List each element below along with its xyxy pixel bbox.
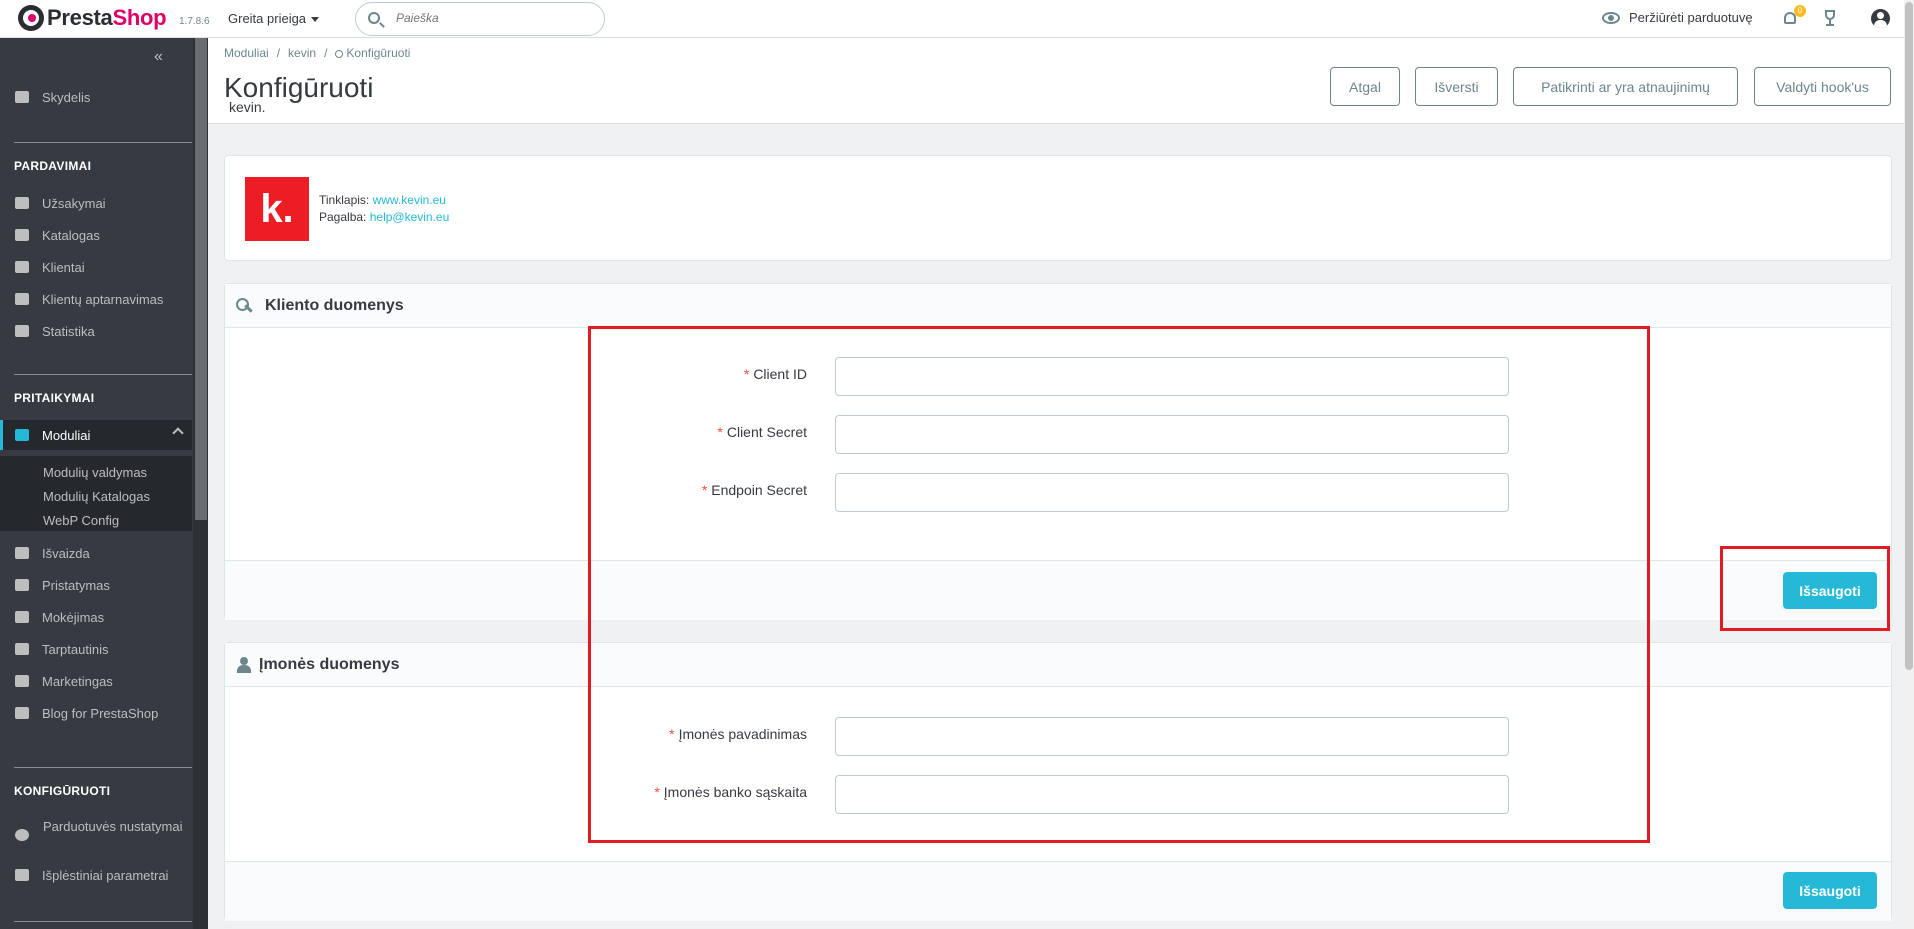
panel-footer: Išsaugoti: [225, 861, 1891, 921]
chevron-up-icon: [172, 427, 184, 439]
website-link[interactable]: www.kevin.eu: [373, 193, 446, 207]
highlight-box-form-fields: [588, 326, 1650, 843]
eye-icon: [1602, 11, 1620, 24]
wrench-icon: [335, 50, 344, 58]
section-header-improve: PRITAIKYMAI: [14, 391, 95, 405]
sidebar-item-orders[interactable]: Užsakymai: [0, 188, 192, 218]
bar-chart-icon: [14, 324, 30, 338]
sidebar-item-advanced-parameters[interactable]: Išplėstiniai parametrai: [0, 860, 192, 890]
sidebar-item-dashboard[interactable]: Skydelis: [0, 82, 192, 112]
sidebar-item-shipping[interactable]: Pristatymas: [0, 570, 192, 600]
divider: [14, 142, 192, 143]
sidebar-item-international[interactable]: Tarptautinis: [0, 634, 192, 664]
top-bar: PrestaShop 1.7.8.6 Greita prieiga Peržiū…: [0, 0, 1904, 38]
breadcrumb: Moduliai / kevin / Konfigūruoti: [224, 46, 411, 60]
support-line: Pagalba: help@kevin.eu: [319, 210, 450, 224]
logo-text-presta: Presta: [47, 5, 113, 30]
prestashop-logo[interactable]: PrestaShop: [18, 5, 167, 31]
sidebar-item-customer-service[interactable]: Klientų aptarnavimas: [0, 284, 192, 314]
page-header: Moduliai / kevin / Konfigūruoti Konfigūruoti…: [208, 38, 1904, 124]
sidebar-item-blog[interactable]: Blog for PrestaShop: [0, 698, 192, 728]
section-header-sales: PARDAVIMAI: [14, 159, 92, 173]
notification-badge: 0: [1794, 5, 1806, 17]
highlight-box-save-button: [1720, 546, 1890, 631]
version-label: 1.7.8.6: [179, 16, 210, 27]
globe-icon: [14, 642, 30, 656]
collapse-sidebar-icon[interactable]: «: [154, 48, 163, 66]
search-input[interactable]: [396, 11, 586, 25]
check-update-button[interactable]: Patikrinti ar yra atnaujinimų: [1513, 67, 1738, 106]
translate-button[interactable]: Išversti: [1415, 67, 1498, 106]
prestashop-logo-icon: [18, 5, 44, 31]
sidebar-scrollbar-thumb[interactable]: [195, 38, 207, 520]
trophy-icon: [1825, 10, 1835, 20]
credit-card-icon: [14, 610, 30, 624]
section-header-configure: KONFIGŪRUOTI: [14, 784, 111, 798]
basket-icon: [14, 196, 30, 210]
sidebar: « Skydelis PARDAVIMAI Užsakymai Kataloga…: [0, 38, 208, 929]
puzzle-icon: [14, 428, 30, 442]
submenu-item-module-catalog[interactable]: Modulių Katalogas: [43, 489, 150, 504]
breadcrumb-item[interactable]: kevin: [288, 46, 316, 60]
page-subtitle: kevin.: [229, 99, 266, 115]
trophy-button[interactable]: [1822, 10, 1838, 28]
back-button[interactable]: Atgal: [1330, 67, 1400, 106]
gear-icon: [14, 828, 30, 842]
support-email-link[interactable]: help@kevin.eu: [370, 210, 450, 224]
sidebar-item-payment[interactable]: Mokėjimas: [0, 602, 192, 632]
submenu-item-webp-config[interactable]: WebP Config: [43, 513, 119, 528]
manage-hooks-button[interactable]: Valdyti hook'us: [1754, 67, 1891, 106]
sidebar-item-marketing[interactable]: Marketingas: [0, 666, 192, 696]
sidebar-item-catalog[interactable]: Katalogas: [0, 220, 192, 250]
person-icon: [236, 657, 252, 673]
breadcrumb-item-current: Konfigūruoti: [346, 46, 411, 60]
key-icon: [236, 298, 252, 314]
quick-access-dropdown[interactable]: Greita prieiga: [228, 11, 320, 26]
trending-icon: [14, 90, 30, 104]
page-scrollbar-thumb[interactable]: [1905, 2, 1913, 670]
sidebar-item-shop-parameters[interactable]: Parduotuvės nustatymai: [0, 819, 192, 855]
sidebar-item-stats[interactable]: Statistika: [0, 316, 192, 346]
search-box[interactable]: [355, 2, 605, 36]
notifications-button[interactable]: 0: [1782, 5, 1806, 28]
panel-heading: Kliento duomenys: [225, 284, 1891, 328]
website-line: Tinklapis: www.kevin.eu: [319, 193, 446, 207]
chat-icon: [14, 292, 30, 306]
account-circle-icon: [14, 260, 30, 274]
breadcrumb-item[interactable]: Moduliai: [224, 46, 269, 60]
sidebar-item-customers[interactable]: Klientai: [0, 252, 192, 282]
view-shop-link[interactable]: Peržiūrėti parduotuvę: [1602, 10, 1753, 25]
store-icon: [14, 228, 30, 242]
truck-icon: [14, 578, 30, 592]
submenu-item-module-manager[interactable]: Modulių valdymas: [43, 465, 147, 480]
sidebar-item-design[interactable]: Išvaizda: [0, 538, 192, 568]
user-avatar-icon[interactable]: [1871, 9, 1890, 28]
divider: [14, 374, 192, 375]
save-company-button[interactable]: Išsaugoti: [1783, 872, 1877, 909]
divider: [14, 921, 192, 922]
divider: [14, 767, 192, 768]
desktop-icon: [14, 546, 30, 560]
megaphone-icon: [14, 674, 30, 688]
quick-access-label: Greita prieiga: [228, 11, 307, 26]
kevin-logo: k.: [245, 177, 309, 241]
sidebar-item-modules[interactable]: Moduliai: [0, 420, 192, 450]
module-info-card: k. Tinklapis: www.kevin.eu Pagalba: help…: [224, 155, 1892, 261]
caret-down-icon: [311, 17, 320, 23]
logo-text-shop: Shop: [112, 5, 167, 30]
note-icon: [14, 706, 30, 720]
search-icon: [368, 12, 380, 24]
settings-applications-icon: [14, 868, 30, 882]
view-shop-label: Peržiūrėti parduotuvę: [1629, 10, 1753, 25]
